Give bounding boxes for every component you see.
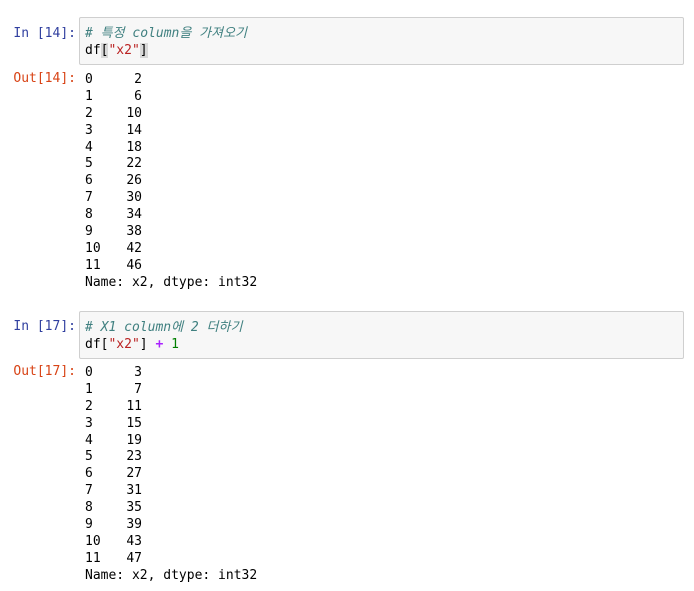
code-input-editor[interactable]: # X1 column에 2 더하기 df["x2"] + 1: [79, 311, 684, 359]
series-row: 8 35: [85, 499, 685, 516]
series-row: 11 47: [85, 550, 685, 567]
code-variable: df: [85, 43, 101, 58]
series-value: 15: [126, 415, 142, 431]
series-value: 14: [126, 122, 142, 138]
code-bracket-close: ]: [139, 337, 148, 352]
output-prompt: Out[17]:: [13, 364, 76, 379]
code-bracket-close: ]: [139, 43, 148, 58]
input-prompt: In [14]:: [13, 26, 76, 41]
series-index: 8: [85, 500, 93, 516]
series-value: 38: [126, 224, 142, 240]
series-row: 11 46: [85, 257, 685, 274]
series-value: 43: [126, 533, 142, 549]
series-value: 30: [126, 190, 142, 206]
code-comment: # X1 column에 2 더하기: [85, 320, 243, 335]
series-output: 0 2 1 6 2 10 3 14 4 18 5 22 6 26 7 30 8 34 9 38 10 42 11 46 Name…: [85, 71, 685, 291]
series-value: 3: [134, 365, 142, 380]
series-value: 23: [126, 449, 142, 465]
series-value: 6: [134, 88, 142, 104]
code-comment-line: # 특정 column을 가져오기: [85, 25, 683, 42]
series-row: 10 42: [85, 240, 685, 257]
series-index: 10: [85, 533, 101, 549]
series-index: 9: [85, 224, 93, 240]
series-index: 7: [85, 190, 93, 206]
series-value: 47: [126, 550, 142, 566]
code-variable: df: [85, 337, 101, 352]
series-row: 9 38: [85, 223, 685, 240]
series-index: 11: [85, 550, 101, 566]
series-value: 35: [126, 500, 142, 516]
series-value: 39: [126, 517, 142, 533]
series-index: 9: [85, 517, 93, 533]
series-row: 2 11: [85, 398, 685, 415]
series-row: 3 15: [85, 415, 685, 432]
series-index: 6: [85, 466, 93, 482]
code-expression-line: df["x2"] + 1: [85, 336, 683, 353]
series-value: 7: [134, 381, 142, 397]
series-row: 6 26: [85, 172, 685, 189]
series-index: 5: [85, 156, 93, 172]
series-row: 16: [85, 88, 685, 105]
series-index: 7: [85, 483, 93, 499]
series-value: 26: [126, 173, 142, 189]
series-index: 1: [85, 88, 93, 104]
series-value: 22: [126, 156, 142, 172]
series-index: 4: [85, 139, 93, 155]
series-footer: Name: x2, dtype: int32: [85, 274, 258, 290]
series-index: 11: [85, 257, 101, 273]
series-value: 46: [126, 257, 142, 273]
series-row: 4 19: [85, 432, 685, 449]
series-row: 10 43: [85, 533, 685, 550]
series-row: 7 30: [85, 189, 685, 206]
series-index: 4: [85, 432, 93, 448]
series-value: 42: [126, 240, 142, 256]
code-comment-line: # X1 column에 2 더하기: [85, 319, 683, 336]
series-row: 03: [85, 364, 685, 381]
series-row: 9 39: [85, 516, 685, 533]
series-index: 8: [85, 207, 93, 223]
series-footer: Name: x2, dtype: int32: [85, 567, 258, 583]
series-value: 18: [126, 139, 142, 155]
series-index: 2: [85, 105, 93, 121]
code-operator: +: [155, 337, 164, 352]
series-row: 4 18: [85, 139, 685, 156]
code-string: "x2": [108, 337, 140, 352]
code-comment: # 특정 column을 가져오기: [85, 26, 247, 41]
series-index: 6: [85, 173, 93, 189]
series-value: 31: [126, 483, 142, 499]
output-prompt: Out[14]:: [13, 71, 76, 86]
code-string: "x2": [108, 43, 140, 58]
series-row: 3 14: [85, 122, 685, 139]
series-value: 27: [126, 466, 142, 482]
series-row: 5 23: [85, 448, 685, 465]
series-row: 17: [85, 381, 685, 398]
series-index: 5: [85, 449, 93, 465]
series-value: 10: [126, 105, 142, 121]
series-value: 2: [134, 72, 142, 87]
series-index: 10: [85, 240, 101, 256]
series-index: 1: [85, 381, 93, 397]
code-expression-line: df["x2"]: [85, 42, 683, 59]
input-prompt: In [17]:: [13, 319, 76, 334]
series-index: 0: [85, 365, 93, 380]
series-row: 8 34: [85, 206, 685, 223]
code-number: 1: [171, 337, 179, 352]
code-input-editor[interactable]: # 특정 column을 가져오기 df["x2"]: [79, 17, 684, 65]
series-output: 0 3 1 7 2 11 3 15 4 19 5 23 6 27 7 31 8 35 9 39 10 43 11 47 Name…: [85, 364, 685, 584]
series-row: 02: [85, 71, 685, 88]
series-row: 7 31: [85, 482, 685, 499]
series-row: 5 22: [85, 155, 685, 172]
series-index: 3: [85, 415, 93, 431]
series-row: 6 27: [85, 465, 685, 482]
series-value: 11: [126, 398, 142, 414]
series-value: 34: [126, 207, 142, 223]
series-index: 3: [85, 122, 93, 138]
series-row: 2 10: [85, 105, 685, 122]
series-index: 0: [85, 72, 93, 87]
series-index: 2: [85, 398, 93, 414]
series-value: 19: [126, 432, 142, 448]
